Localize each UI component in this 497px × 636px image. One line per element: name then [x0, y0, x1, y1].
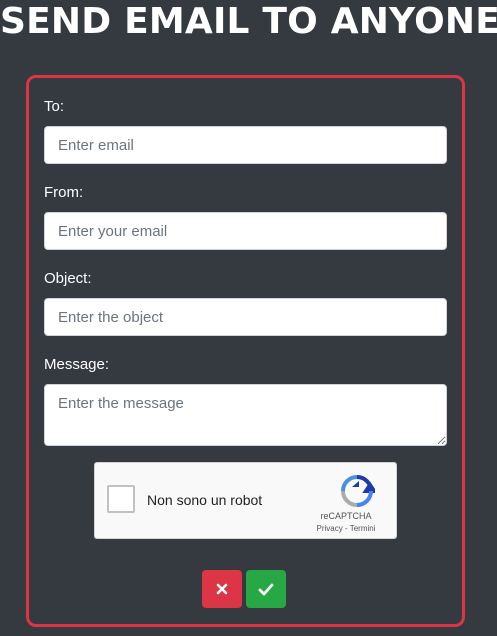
x-icon: [216, 583, 228, 595]
recaptcha-logo-icon: [341, 475, 375, 507]
recaptcha-separator: -: [342, 524, 350, 533]
from-email-input[interactable]: [44, 212, 447, 250]
recaptcha-terms-link[interactable]: Termini: [350, 524, 376, 533]
from-label: From:: [44, 184, 84, 201]
recaptcha-privacy-link[interactable]: Privacy: [317, 524, 343, 533]
recaptcha-checkbox[interactable]: [107, 485, 135, 513]
check-icon: [258, 583, 274, 595]
recaptcha-links: Privacy - Termini: [306, 524, 386, 533]
object-input[interactable]: [44, 298, 447, 336]
message-textarea[interactable]: [44, 384, 447, 446]
object-label: Object:: [44, 270, 92, 287]
cancel-button[interactable]: [202, 570, 242, 608]
recaptcha-label: Non sono un robot: [147, 492, 263, 508]
send-button[interactable]: [246, 570, 286, 608]
recaptcha-brand: reCAPTCHA: [320, 511, 372, 521]
message-label: Message:: [44, 356, 110, 373]
email-form: To: From: Object: Message: Non sono un r…: [26, 75, 465, 627]
to-label: To:: [44, 98, 65, 115]
recaptcha-widget: Non sono un robot reCAPTCHA Privacy - Te…: [94, 462, 397, 539]
page-title: SEND EMAIL TO ANYONE: [0, 1, 497, 42]
to-email-input[interactable]: [44, 126, 447, 164]
